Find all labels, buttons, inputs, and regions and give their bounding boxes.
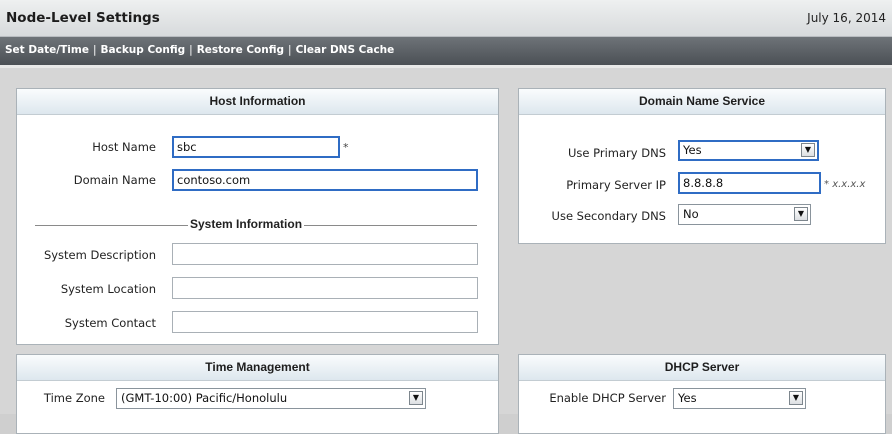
menu-separator: | [92,44,97,56]
system-contact-label: System Contact [64,316,156,330]
ip-format-hint: * x.x.x.x [824,179,865,190]
clear-dns-cache-link[interactable]: Clear DNS Cache [296,44,395,56]
action-menu-bar: Set Date/Time | Backup Config | Restore Conf… [0,37,892,65]
enable-dhcp-server-value: Yes [678,391,697,405]
use-secondary-dns-value: No [683,207,699,221]
menu-separator: | [288,44,292,56]
dropdown-arrow-icon: ▼ [409,391,423,405]
dhcp-server-header: DHCP Server [519,355,885,381]
system-description-input[interactable] [172,243,478,265]
time-zone-value: (GMT-10:00) Pacific/Honolulu [121,391,288,405]
enable-dhcp-server-select[interactable]: Yes ▼ [673,388,806,409]
host-name-required-mark: * [343,141,349,154]
use-primary-dns-value: Yes [683,143,702,157]
time-management-header: Time Management [17,355,498,381]
use-secondary-dns-label: Use Secondary DNS [551,209,666,223]
ip-format-hint-text: x.x.x.x [832,179,866,190]
restore-config-link[interactable]: Restore Config [197,44,284,56]
use-primary-dns-select[interactable]: Yes ▼ [678,140,819,161]
enable-dhcp-server-label: Enable DHCP Server [549,391,666,405]
dropdown-arrow-icon: ▼ [789,391,803,405]
time-zone-select[interactable]: (GMT-10:00) Pacific/Honolulu ▼ [116,388,426,409]
host-name-input[interactable]: sbc [172,136,340,158]
dropdown-arrow-icon: ▼ [801,143,815,157]
date-display: July 16, 2014 [807,11,886,25]
primary-server-ip-label: Primary Server IP [566,178,666,192]
system-contact-input[interactable] [172,311,478,333]
set-date-time-link[interactable]: Set Date/Time [5,44,89,56]
dhcp-server-panel: DHCP Server Enable DHCP Server Yes ▼ [518,354,886,434]
time-management-panel: Time Management Time Zone (GMT-10:00) Pa… [16,354,499,434]
backup-config-link[interactable]: Backup Config [101,44,186,56]
domain-name-label: Domain Name [73,173,156,187]
action-menu: Set Date/Time | Backup Config | Restore Conf… [5,44,394,56]
use-secondary-dns-select[interactable]: No ▼ [678,204,811,225]
system-description-label: System Description [43,248,156,262]
host-information-panel: Host Information Host Name sbc * Domain … [16,88,499,345]
host-information-header: Host Information [17,89,498,115]
dropdown-arrow-icon: ▼ [794,207,808,221]
page-title: Node-Level Settings [6,10,160,26]
dns-panel: Domain Name Service Use Primary DNS Yes … [518,88,886,244]
dns-header: Domain Name Service [519,89,885,115]
system-location-input[interactable] [172,277,478,299]
primary-server-ip-input[interactable]: 8.8.8.8 [678,172,821,194]
time-zone-label: Time Zone [43,391,105,405]
ip-format-hint-star: * [824,179,829,190]
host-name-label: Host Name [92,140,156,154]
content-area: Host Information Host Name sbc * Domain … [0,65,892,434]
system-location-label: System Location [60,282,156,296]
title-bar: Node-Level Settings July 16, 2014 [0,0,892,37]
system-information-title: System Information [188,217,305,231]
menu-separator: | [189,44,193,56]
domain-name-input[interactable]: contoso.com [172,169,478,191]
use-primary-dns-label: Use Primary DNS [568,146,666,160]
